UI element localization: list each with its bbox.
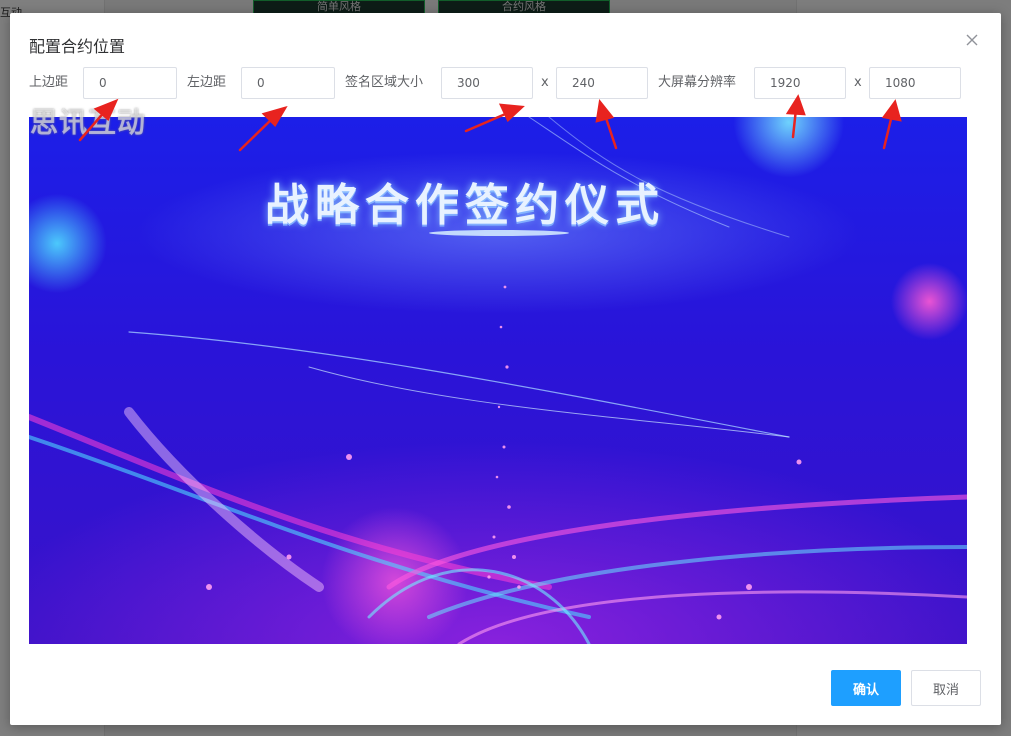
left-margin-input[interactable]	[241, 67, 335, 99]
top-margin-label: 上边距	[29, 75, 69, 90]
configure-contract-position-dialog: 配置合约位置 上边距 左边距 签名区域大小 x 大屏幕分辨率 x	[10, 13, 1001, 725]
cancel-button[interactable]: 取消	[911, 670, 981, 706]
screen-resolution-separator: x	[854, 75, 862, 90]
screen-resolution-label: 大屏幕分辨率	[658, 75, 737, 90]
sign-area-height-input[interactable]	[556, 67, 648, 99]
close-icon[interactable]	[965, 33, 979, 47]
contract-preview-image[interactable]: 战略合作签约仪式	[29, 117, 967, 644]
top-margin-input[interactable]	[83, 67, 177, 99]
annotation-arrow-head	[785, 94, 806, 116]
left-margin-label: 左边距	[187, 75, 227, 90]
sign-area-separator: x	[541, 75, 549, 90]
position-form-row: 上边距 左边距 签名区域大小 x 大屏幕分辨率 x	[29, 67, 979, 99]
confirm-button[interactable]: 确认	[831, 670, 901, 706]
preview-title: 战略合作签约仪式	[265, 180, 665, 231]
watermark-logo: 思讯互动	[30, 106, 147, 139]
sign-area-width-input[interactable]	[441, 67, 533, 99]
screen-resolution-width-input[interactable]	[754, 67, 846, 99]
dialog-title: 配置合约位置	[29, 37, 126, 56]
sign-area-size-label: 签名区域大小	[345, 75, 424, 90]
screen-resolution-height-input[interactable]	[869, 67, 961, 99]
